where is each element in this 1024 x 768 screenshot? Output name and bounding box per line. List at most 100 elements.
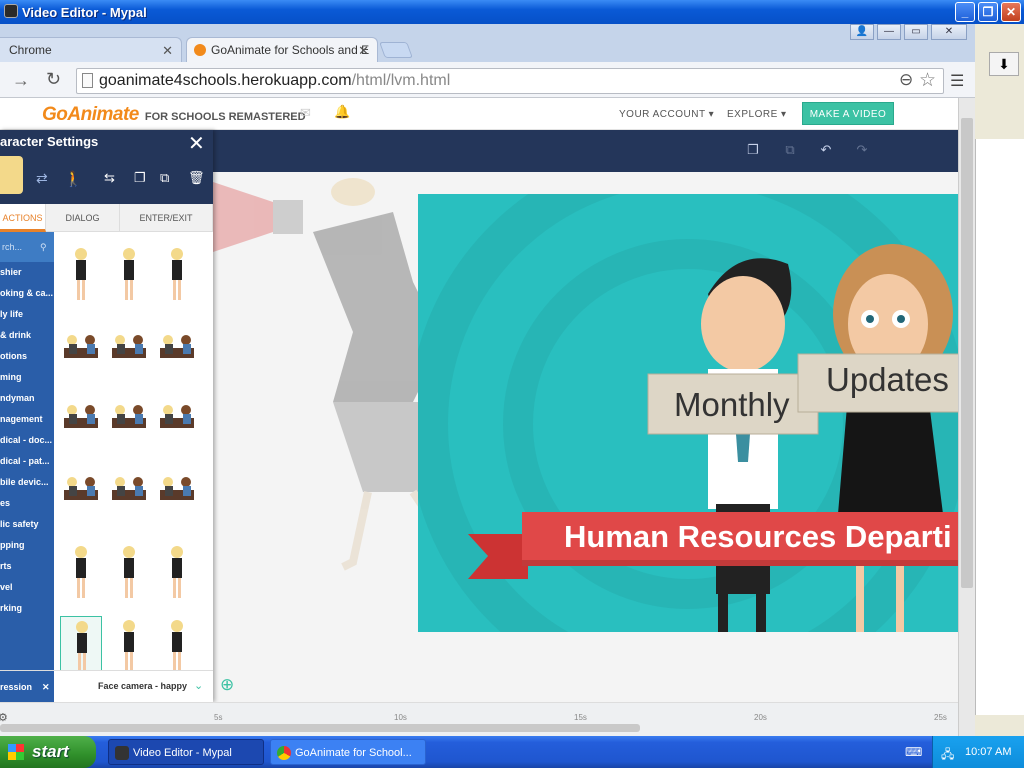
action-thumbnail[interactable] xyxy=(156,392,198,454)
zoom-icon[interactable]: ⊖ xyxy=(899,70,913,90)
close-icon[interactable]: ✕ xyxy=(42,671,50,703)
minimize-button[interactable]: _ xyxy=(955,2,975,22)
taskbar-item-goanimate[interactable]: GoAnimate for School... xyxy=(270,739,426,765)
trash-icon[interactable]: 🗑 xyxy=(188,170,205,186)
make-video-button[interactable]: MAKE A VIDEO xyxy=(802,102,894,125)
action-thumbnail[interactable] xyxy=(156,322,198,384)
action-thumbnail[interactable] xyxy=(60,616,102,670)
action-thumbnail[interactable] xyxy=(60,244,102,306)
action-thumbnail[interactable] xyxy=(60,464,102,526)
redo-icon[interactable]: ↷ xyxy=(849,142,875,160)
download-icon[interactable]: ⬇ xyxy=(989,52,1019,76)
keyboard-icon[interactable]: ⌨ xyxy=(905,745,922,759)
panel-close-icon[interactable]: ✕ xyxy=(188,131,205,156)
tab-goanimate[interactable]: GoAnimate for Schools and E ✕ xyxy=(186,37,378,62)
copy-icon[interactable]: ❐ xyxy=(740,142,766,160)
tab-enter-exit[interactable]: ENTER/EXIT xyxy=(120,204,213,232)
action-thumbnail[interactable] xyxy=(108,542,150,604)
forward-icon[interactable]: → xyxy=(12,70,30,91)
action-thumbnail[interactable] xyxy=(108,244,150,306)
action-thumbnail[interactable] xyxy=(156,616,198,670)
category-item[interactable]: ndyman xyxy=(0,388,54,409)
search-icon[interactable]: ⚲ xyxy=(40,232,47,262)
paste-icon[interactable]: ⧉ xyxy=(160,170,169,186)
chevron-down-icon[interactable]: ⌄ xyxy=(194,679,203,692)
bookmark-star-icon[interactable]: ☆ xyxy=(919,69,936,92)
action-thumbnail[interactable] xyxy=(108,322,150,384)
clock[interactable]: 10:07 AM xyxy=(965,746,1011,758)
category-item[interactable]: dical - doc... xyxy=(0,430,54,451)
category-item[interactable]: vel xyxy=(0,577,54,598)
goanimate-favicon-icon xyxy=(194,44,206,56)
category-item[interactable]: rking xyxy=(0,598,54,619)
category-item[interactable]: rts xyxy=(0,556,54,577)
close-button[interactable]: ✕ xyxy=(1001,2,1021,22)
tab-chrome[interactable]: Chrome ✕ xyxy=(0,37,182,62)
video-stage[interactable]: Monthly Updates Human Resources Departi xyxy=(418,194,958,632)
action-thumbnail[interactable] xyxy=(108,464,150,526)
undo-icon[interactable]: ↶ xyxy=(813,142,839,160)
category-search-input[interactable]: rch... ⚲ xyxy=(0,232,54,262)
address-bar[interactable]: goanimate4schools.herokuapp.com/html/lvm… xyxy=(76,68,944,94)
chrome-restore-button[interactable]: ▭ xyxy=(904,24,928,40)
tab-strip: Chrome ✕ GoAnimate for Schools and E ✕ 👤… xyxy=(0,24,975,62)
timeline-scrollbar[interactable] xyxy=(0,724,640,732)
action-thumbnail[interactable] xyxy=(156,542,198,604)
timeline-tick: 10s xyxy=(394,713,407,722)
timeline[interactable]: ⚙ 5s 10s 15s 20s 25s xyxy=(0,702,958,736)
chrome-close-button[interactable]: ✕ xyxy=(931,24,967,40)
tab-close-icon[interactable]: ✕ xyxy=(358,38,369,63)
category-item[interactable]: nagement xyxy=(0,409,54,430)
profile-icon[interactable]: 👤 xyxy=(850,24,874,40)
category-item[interactable]: otions xyxy=(0,346,54,367)
chrome-minimize-button[interactable]: — xyxy=(877,24,901,40)
action-thumbnail[interactable] xyxy=(156,244,198,306)
mail-icon[interactable]: ✉ xyxy=(300,105,311,121)
tab-dialog[interactable]: DIALOG xyxy=(46,204,120,232)
paste-icon[interactable]: ⧉ xyxy=(777,142,803,160)
action-thumbnail[interactable] xyxy=(108,616,150,670)
zoom-in-icon[interactable]: ⊕ xyxy=(220,675,234,695)
category-item[interactable]: shier xyxy=(0,262,54,283)
copy-icon[interactable]: ❐ xyxy=(134,170,146,186)
action-thumbnail[interactable] xyxy=(60,392,102,454)
network-icon[interactable]: 🖧 xyxy=(941,745,954,766)
menu-icon[interactable]: ☰ xyxy=(950,71,964,91)
timeline-tick: 15s xyxy=(574,713,587,722)
taskbar: start Video Editor - Mypal GoAnimate for… xyxy=(0,736,1024,768)
start-button[interactable]: start xyxy=(0,736,96,768)
tab-actions[interactable]: ACTIONS xyxy=(0,204,46,232)
category-item[interactable]: lic safety xyxy=(0,514,54,535)
page-icon xyxy=(82,73,93,88)
swap-character-icon[interactable]: ⇄ xyxy=(36,170,48,187)
category-item[interactable]: es xyxy=(0,493,54,514)
category-item[interactable]: pping xyxy=(0,535,54,556)
action-thumbnail[interactable] xyxy=(156,464,198,526)
category-item[interactable]: oking & ca... xyxy=(0,283,54,304)
nav-your-account[interactable]: YOUR ACCOUNT ▾ xyxy=(619,109,714,120)
action-thumbnail[interactable] xyxy=(108,392,150,454)
maximize-button[interactable]: ❐ xyxy=(978,2,998,22)
background-pane xyxy=(975,139,1024,715)
page-scrollbar[interactable] xyxy=(958,98,975,736)
category-item[interactable]: & drink xyxy=(0,325,54,346)
walk-icon[interactable]: 🚶 xyxy=(64,170,83,188)
tab-close-icon[interactable]: ✕ xyxy=(162,38,173,63)
category-item[interactable]: bile devic... xyxy=(0,472,54,493)
taskbar-item-video-editor[interactable]: Video Editor - Mypal xyxy=(108,739,264,765)
new-tab-button[interactable] xyxy=(379,42,413,58)
goanimate-logo[interactable]: GoAnimate FOR SCHOOLS REMASTERED xyxy=(42,104,306,126)
bell-icon[interactable]: 🔔 xyxy=(334,104,350,120)
character-avatar[interactable] xyxy=(0,156,23,194)
sign-monthly: Monthly xyxy=(674,386,790,423)
gear-icon[interactable]: ⚙ xyxy=(0,711,8,724)
scrollbar-thumb[interactable] xyxy=(961,118,973,588)
reload-icon[interactable]: ↻ xyxy=(46,69,61,90)
action-thumbnail[interactable] xyxy=(60,322,102,384)
category-item[interactable]: ming xyxy=(0,367,54,388)
action-thumbnail[interactable] xyxy=(60,542,102,604)
category-item[interactable]: dical - pat... xyxy=(0,451,54,472)
flip-icon[interactable]: ⇆ xyxy=(104,170,115,186)
nav-explore[interactable]: EXPLORE ▾ xyxy=(727,109,787,120)
category-item[interactable]: ly life xyxy=(0,304,54,325)
